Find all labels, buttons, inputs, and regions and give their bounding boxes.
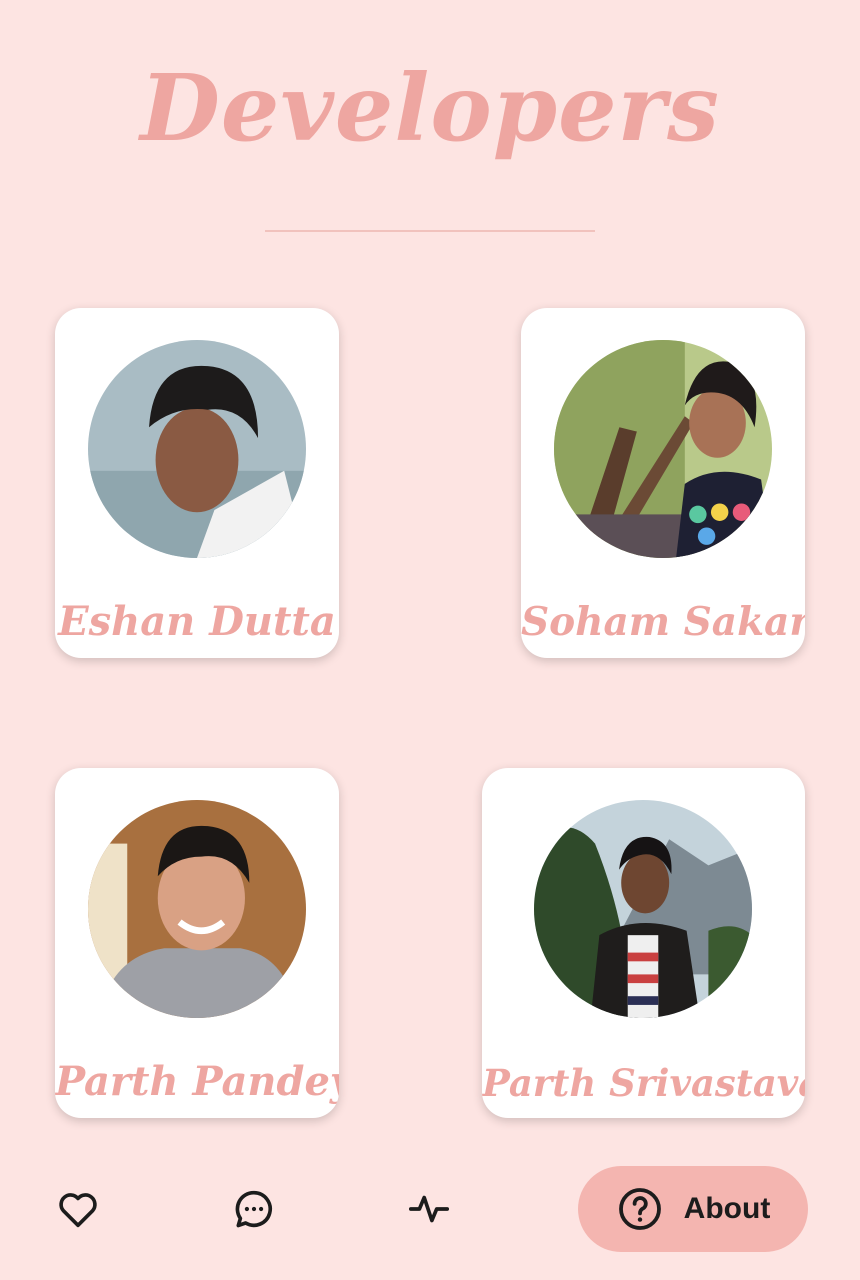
help-circle-icon <box>618 1188 661 1230</box>
developer-name: Parth Srivastava <box>482 1061 805 1106</box>
chat-bubble-icon <box>235 1190 272 1228</box>
title-divider <box>265 230 595 232</box>
developer-card-parth-srivastava[interactable]: Parth Srivastava <box>482 768 805 1118</box>
activity-icon <box>408 1195 450 1223</box>
developer-card-eshan[interactable]: Eshan Dutta <box>55 308 339 658</box>
nav-activity[interactable] <box>405 1185 453 1233</box>
developer-name: Soham Sakaria <box>521 599 805 646</box>
developer-name: Eshan Dutta <box>58 598 336 645</box>
nav-messages[interactable] <box>230 1185 278 1233</box>
about-label: About <box>683 1192 771 1225</box>
heart-icon <box>59 1193 97 1228</box>
nav-favorites[interactable] <box>54 1185 102 1233</box>
developer-name: Parth Pandey <box>55 1058 339 1105</box>
avatar <box>88 340 306 558</box>
avatar <box>88 800 306 1018</box>
developer-card-parth-pandey[interactable]: Parth Pandey <box>55 768 339 1118</box>
avatar <box>554 340 772 558</box>
nav-about-button[interactable]: About <box>578 1166 808 1252</box>
developer-card-soham[interactable]: Soham Sakaria <box>521 308 805 658</box>
page-title: Developers <box>140 54 720 162</box>
avatar <box>534 800 752 1018</box>
